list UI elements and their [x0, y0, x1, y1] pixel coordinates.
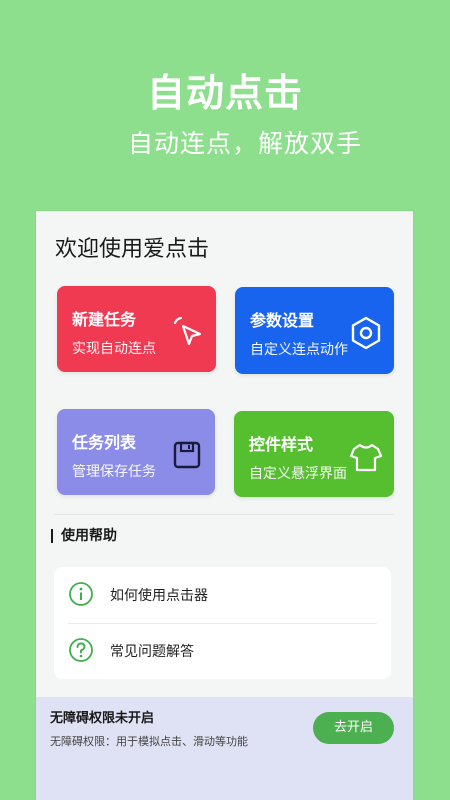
- param-settings-card[interactable]: 参数设置 自定义连点动作: [235, 287, 394, 374]
- card-title: 参数设置: [250, 311, 315, 330]
- card-subtitle: 实现自动连点: [72, 341, 156, 357]
- section-divider: [54, 514, 394, 515]
- help-item-label: 如何使用点击器: [110, 588, 208, 604]
- question-icon: [69, 638, 93, 662]
- new-task-card[interactable]: 新建任务 实现自动连点: [57, 286, 216, 372]
- help-list: 如何使用点击器 常见问题解答: [54, 567, 391, 679]
- accessibility-status: 无障碍权限未开启: [50, 711, 155, 726]
- hero-subtitle: 自动连点，解放双手: [127, 129, 362, 158]
- card-subtitle: 管理保存任务: [72, 464, 156, 480]
- enable-accessibility-button[interactable]: 去开启: [313, 712, 394, 744]
- card-subtitle: 自定义悬浮界面: [249, 466, 347, 482]
- card-title: 控件样式: [249, 435, 314, 454]
- accessibility-description: 无障碍权限：用于模拟点击、滑动等功能: [50, 735, 248, 748]
- info-icon: [69, 582, 93, 606]
- help-section-title: 使用帮助: [51, 529, 117, 543]
- card-title: 新建任务: [72, 310, 137, 329]
- save-icon: [173, 441, 201, 469]
- welcome-title: 欢迎使用爱点击: [55, 237, 210, 262]
- accessibility-banner: 无障碍权限未开启 无障碍权限：用于模拟点击、滑动等功能 去开启: [36, 697, 413, 800]
- help-item-faq[interactable]: 常见问题解答: [54, 623, 391, 679]
- task-list-card[interactable]: 任务列表 管理保存任务: [57, 409, 215, 495]
- tshirt-icon: [349, 443, 383, 472]
- cursor-click-icon: [173, 316, 202, 346]
- hexagon-settings-icon: [351, 316, 381, 350]
- help-item-label: 常见问题解答: [110, 644, 194, 660]
- app-screen: 欢迎使用爱点击 新建任务 实现自动连点 参数设置 自定义连点动作 任务列表 管理…: [36, 211, 413, 800]
- hero-title: 自动点击: [146, 71, 303, 115]
- card-title: 任务列表: [72, 433, 137, 452]
- help-item-how-to-use[interactable]: 如何使用点击器: [54, 567, 391, 623]
- widget-style-card[interactable]: 控件样式 自定义悬浮界面: [234, 411, 394, 497]
- card-subtitle: 自定义连点动作: [250, 342, 348, 358]
